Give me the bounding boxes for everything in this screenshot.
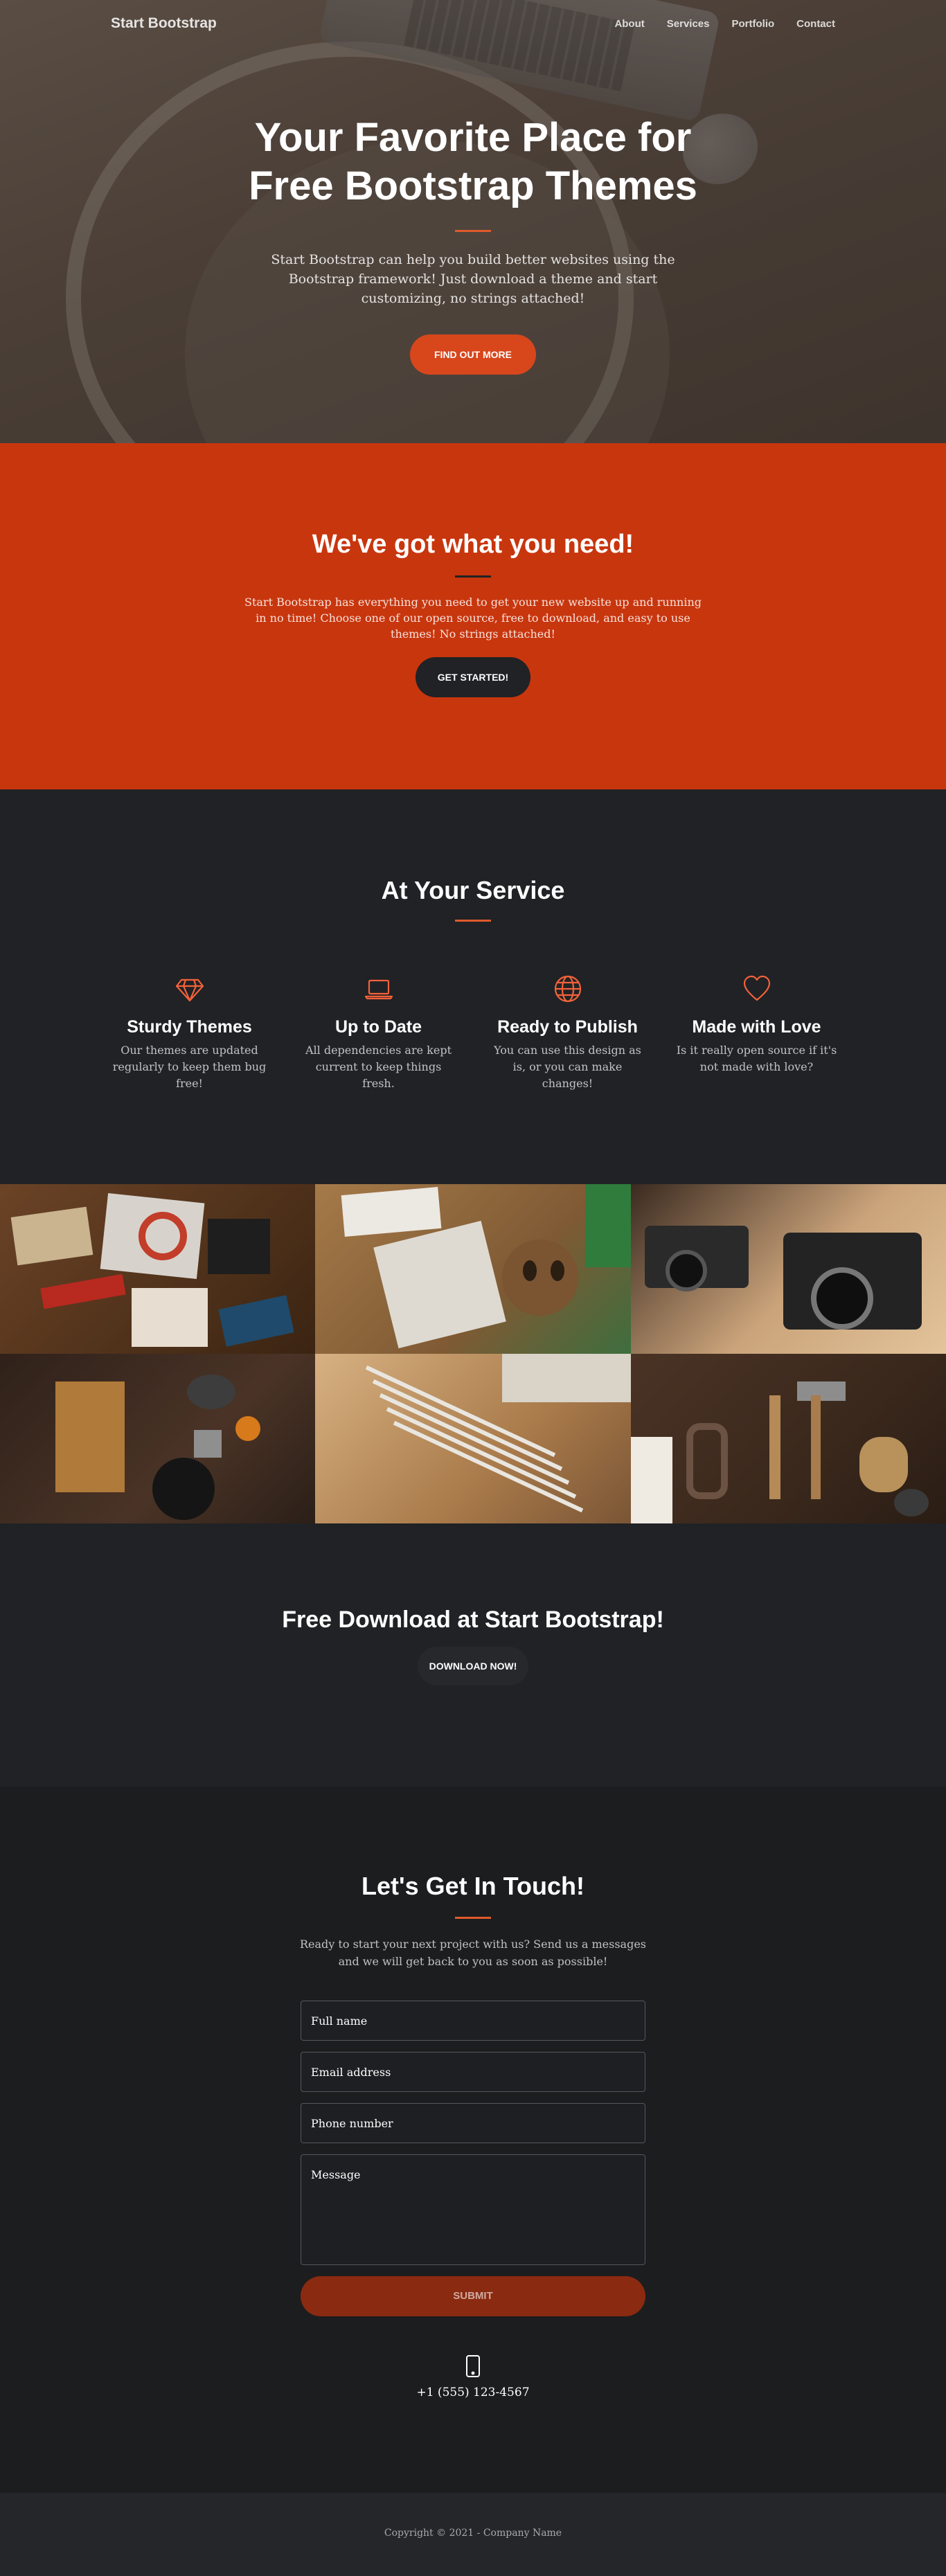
hero-section: Your Favorite Place for Free Bootstrap T… <box>0 0 946 443</box>
about-divider <box>455 575 491 578</box>
nav-links: About Services Portfolio Contact <box>614 18 835 30</box>
nav-link-about[interactable]: About <box>614 18 644 30</box>
phone-input[interactable]: Phone number <box>301 2103 645 2143</box>
portfolio-grid <box>0 1184 946 1523</box>
message-textarea[interactable]: Message <box>301 2154 645 2265</box>
services-section: At Your Service Sturdy Themes Our themes… <box>0 789 946 1184</box>
service-item: Sturdy Themes Our themes are updated reg… <box>95 974 284 1092</box>
email-input[interactable]: Email address <box>301 2052 645 2092</box>
cta-title: Free Download at Start Bootstrap! <box>282 1607 664 1633</box>
download-cta-section: Free Download at Start Bootstrap! DOWNLO… <box>0 1523 946 1787</box>
contact-phone: +1 (555) 123-4567 <box>0 2355 946 2399</box>
contact-form: Full name Email address Phone number Mes… <box>301 2001 645 2316</box>
heart-icon <box>742 974 771 1003</box>
service-text: Our themes are updated regularly to keep… <box>112 1044 267 1090</box>
get-started-button[interactable]: GET STARTED! <box>416 657 530 697</box>
service-item: Up to Date All dependencies are kept cur… <box>284 974 473 1092</box>
copyright-text: Copyright © 2021 - Company Name <box>384 2528 562 2539</box>
phone-icon <box>465 2355 481 2377</box>
portfolio-tile-typography[interactable] <box>315 1184 631 1354</box>
about-text: Start Bootstrap has everything you need … <box>244 596 702 641</box>
about-title: We've got what you need! <box>312 530 634 559</box>
nav-link-services[interactable]: Services <box>667 18 710 30</box>
portfolio-tile-pencils[interactable] <box>315 1354 631 1523</box>
nav-link-contact[interactable]: Contact <box>796 18 835 30</box>
service-title: Up to Date <box>335 1017 422 1037</box>
full-name-input[interactable]: Full name <box>301 2001 645 2041</box>
contact-section: Let's Get In Touch! Ready to start your … <box>0 1787 946 2493</box>
service-text: All dependencies are kept current to kee… <box>305 1044 452 1090</box>
hero-content: Your Favorite Place for Free Bootstrap T… <box>0 0 946 375</box>
portfolio-tile-cameras[interactable] <box>631 1184 946 1354</box>
hero-title: Your Favorite Place for Free Bootstrap T… <box>249 115 697 208</box>
navbar: Start Bootstrap About Services Portfolio… <box>0 0 946 48</box>
services-divider <box>455 920 491 922</box>
service-title: Ready to Publish <box>497 1017 638 1037</box>
laptop-icon <box>364 974 393 1003</box>
find-out-more-button[interactable]: FIND OUT MORE <box>410 334 536 375</box>
services-title: At Your Service <box>381 876 565 904</box>
service-title: Made with Love <box>692 1017 821 1037</box>
about-section: We've got what you need! Start Bootstrap… <box>0 443 946 789</box>
gem-icon <box>175 974 204 1003</box>
footer: Copyright © 2021 - Company Name <box>0 2493 946 2576</box>
service-item: Made with Love Is it really open source … <box>662 974 851 1092</box>
hero-divider <box>455 230 491 232</box>
portfolio-tile-tools[interactable] <box>631 1354 946 1523</box>
globe-icon <box>553 974 582 1003</box>
phone-number: +1 (555) 123-4567 <box>416 2386 530 2399</box>
download-now-button[interactable]: DOWNLOAD NOW! <box>418 1647 528 1685</box>
hero-subtitle: Start Bootstrap can help you build bette… <box>271 252 675 306</box>
submit-button[interactable]: SUBMIT <box>301 2276 645 2316</box>
nav-link-portfolio[interactable]: Portfolio <box>732 18 775 30</box>
portfolio-tile-stationery[interactable] <box>0 1184 315 1354</box>
service-item: Ready to Publish You can use this design… <box>473 974 662 1092</box>
contact-text: Ready to start your next project with us… <box>300 1938 646 1968</box>
brand-link[interactable]: Start Bootstrap <box>111 15 217 32</box>
service-title: Sturdy Themes <box>127 1017 252 1037</box>
service-text: You can use this design as is, or you ca… <box>494 1044 641 1090</box>
services-row: Sturdy Themes Our themes are updated reg… <box>0 974 946 1092</box>
service-text: Is it really open source if it's not mad… <box>676 1044 837 1073</box>
contact-title: Let's Get In Touch! <box>362 1872 584 1900</box>
contact-divider <box>455 1917 491 1919</box>
portfolio-tile-kitchen[interactable] <box>0 1354 315 1523</box>
